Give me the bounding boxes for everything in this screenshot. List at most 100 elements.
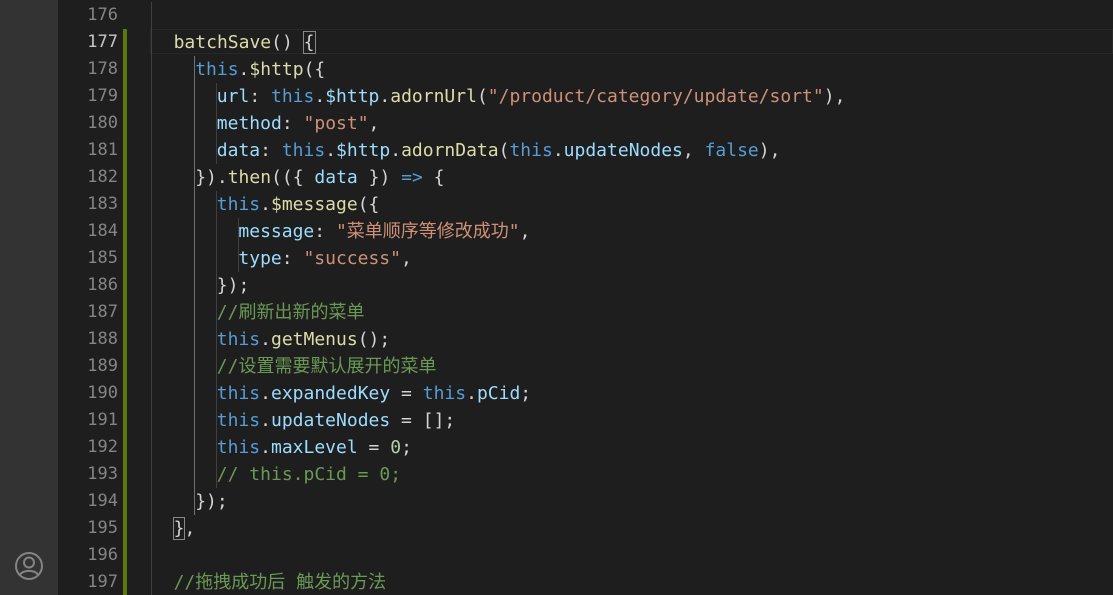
gutter-change-marker[interactable]: [123, 191, 127, 218]
code-text: // this.pCid = 0;: [217, 461, 401, 488]
code-token: "post": [303, 113, 369, 134]
line-number: 197: [87, 572, 118, 592]
gutter-change-marker[interactable]: [123, 461, 127, 488]
code-token: =: [357, 437, 391, 458]
code-token: });: [216, 275, 250, 296]
indent-guide: [216, 83, 217, 164]
line-number: 195: [87, 518, 118, 538]
gutter-change-marker[interactable]: [123, 407, 127, 434]
code-token: //刷新出新的菜单: [216, 302, 365, 323]
code-line[interactable]: 195},: [58, 515, 1113, 542]
code-text: this.maxLevel = 0;: [217, 434, 412, 461]
code-token: false: [704, 140, 759, 161]
code-token: this: [216, 329, 261, 350]
code-token: pCid: [476, 383, 521, 404]
code-token: "/product/category/update/sort": [487, 86, 824, 107]
code-token: .: [260, 194, 271, 215]
gutter-change-marker[interactable]: [123, 137, 127, 164]
gutter-change-marker[interactable]: [123, 272, 127, 299]
code-token: :: [281, 248, 304, 269]
code-text: }).then(({ data }) => {: [195, 164, 444, 191]
code-text: type: "success",: [238, 245, 411, 272]
code-token: ();: [357, 329, 391, 350]
code-token: //拖拽成功后 触发的方法: [173, 572, 387, 593]
code-text: batchSave() {: [174, 29, 316, 56]
gutter-change-marker[interactable]: [123, 218, 127, 245]
gutter-change-marker[interactable]: [123, 245, 127, 272]
code-token: //设置需要默认展开的菜单: [216, 356, 437, 377]
code-token: 0: [390, 437, 402, 458]
code-token: = [];: [390, 410, 456, 431]
code-token: // this.pCid = 0;: [216, 464, 402, 485]
code-token: ;: [401, 437, 412, 458]
code-token: this: [216, 410, 261, 431]
code-token: }: [172, 517, 186, 540]
line-number: 196: [87, 545, 118, 565]
code-token: $http: [336, 140, 391, 161]
code-line[interactable]: 178 this.$http({: [58, 56, 1113, 83]
code-token: "success": [303, 248, 401, 269]
gutter-change-marker[interactable]: [123, 353, 127, 380]
code-token: this: [422, 383, 467, 404]
code-token: .: [325, 140, 337, 161]
code-line[interactable]: 182}).then(({ data }) => {: [58, 164, 1113, 191]
indent-guide: [194, 56, 195, 515]
code-token: .: [314, 86, 326, 107]
code-token: =>: [401, 167, 423, 188]
code-token: ({: [303, 59, 326, 80]
code-line[interactable]: 176: [58, 2, 1113, 29]
code-line[interactable]: 196: [58, 542, 1113, 569]
indent-guide: [238, 218, 239, 272]
gutter-change-marker[interactable]: [123, 164, 127, 191]
code-token: $http: [249, 59, 304, 80]
gutter-change-marker[interactable]: [123, 380, 127, 407]
line-number: 186: [87, 275, 118, 295]
code-text: //刷新出新的菜单: [217, 299, 365, 326]
code-token: this: [216, 437, 261, 458]
code-token: message: [238, 221, 315, 242]
code-text: });: [217, 272, 250, 299]
code-token: .: [552, 140, 564, 161]
code-line[interactable]: 177 batchSave() {: [58, 29, 1113, 56]
code-editor[interactable]: 176 177 batchSave() {178 this.$http({179 url…: [58, 0, 1113, 595]
code-token: "菜单顺序等修改成功": [335, 221, 520, 242]
code-token: .: [260, 410, 271, 431]
code-token: this: [509, 140, 553, 161]
code-line[interactable]: 197 //拖拽成功后 触发的方法: [58, 569, 1113, 595]
code-text: this.$http({: [195, 56, 325, 83]
code-token: ({: [357, 194, 380, 215]
code-token: updateNodes: [271, 410, 391, 431]
code-token: then: [227, 167, 272, 188]
gutter-change-marker[interactable]: [123, 515, 127, 542]
gutter-change-marker[interactable]: [123, 434, 127, 461]
account-icon[interactable]: [13, 550, 45, 582]
gutter-change-marker[interactable]: [123, 29, 127, 56]
code-token: data: [216, 140, 261, 161]
line-number: 183: [87, 194, 118, 214]
code-text: this.$message({: [217, 191, 380, 218]
gutter-change-marker[interactable]: [123, 542, 127, 569]
code-token: .: [260, 383, 271, 404]
code-text: });: [195, 488, 228, 515]
line-number: 177: [87, 32, 118, 52]
gutter-change-marker[interactable]: [123, 299, 127, 326]
code-line[interactable]: 194});: [58, 488, 1113, 515]
code-token: adornData: [401, 140, 499, 161]
gutter-change-marker[interactable]: [123, 569, 127, 595]
line-number: 181: [87, 140, 118, 160]
code-token: $message: [271, 194, 358, 215]
gutter-change-marker[interactable]: [123, 488, 127, 515]
code-text: //设置需要默认展开的菜单: [217, 353, 437, 380]
code-token: {: [422, 167, 445, 188]
code-token: ,: [368, 113, 380, 134]
line-number: 184: [87, 221, 118, 241]
indent-guide: [216, 191, 217, 488]
gutter-change-marker[interactable]: [123, 56, 127, 83]
code-token: }): [357, 167, 402, 188]
code-token: });: [195, 491, 228, 512]
gutter-change-marker[interactable]: [123, 83, 127, 110]
gutter-change-marker[interactable]: [123, 326, 127, 353]
gutter-change-marker[interactable]: [123, 110, 127, 137]
code-token: ,: [400, 248, 412, 269]
code-token: :: [281, 113, 304, 134]
